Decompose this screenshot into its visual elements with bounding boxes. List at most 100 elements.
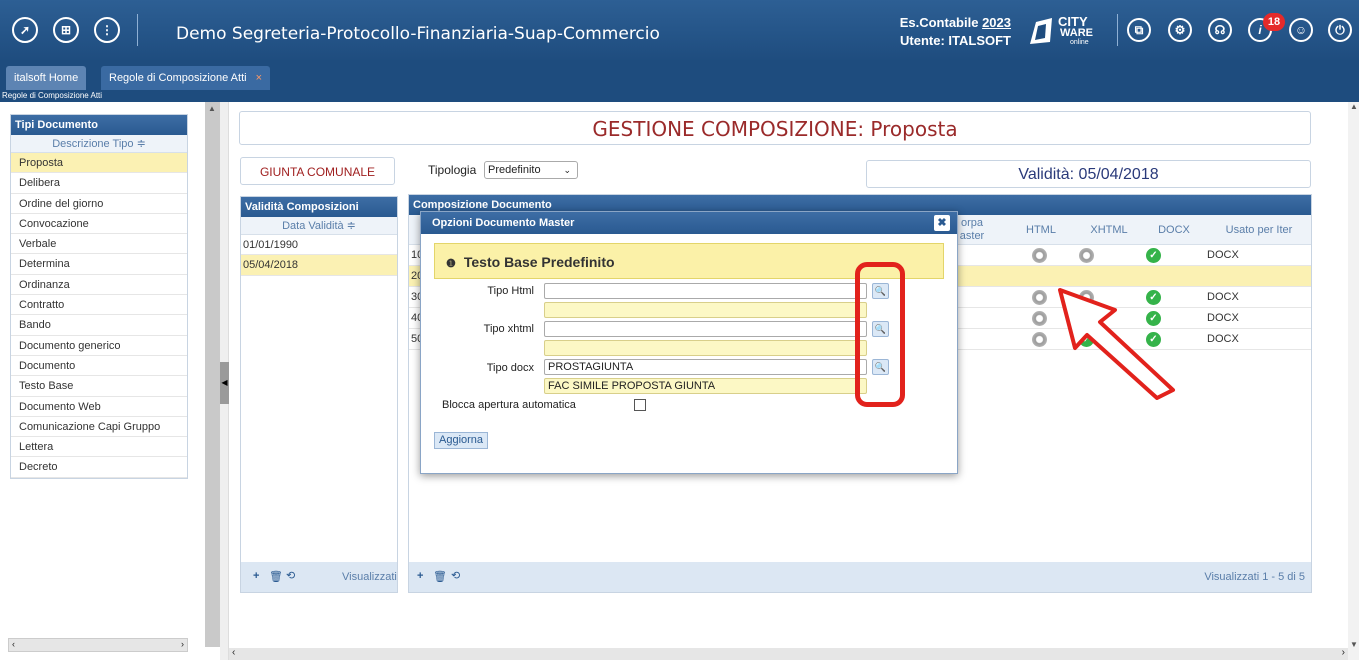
left-horizontal-scrollbar[interactable]: ‹ › — [8, 638, 188, 652]
scroll-up-icon[interactable]: ▲ — [208, 104, 216, 113]
top-bar: ➚ ⊞ ⋮ Demo Segreteria-Protocollo-Finanzi… — [0, 0, 1359, 62]
tipologia-select[interactable]: Predefinito ⌄ — [484, 161, 578, 179]
column-header-html[interactable]: HTML — [1011, 215, 1071, 245]
close-tab-icon[interactable]: × — [256, 72, 262, 84]
sidebar-item[interactable]: Ordine del giorno — [11, 194, 187, 214]
tipo-docx-label: Tipo docx — [486, 362, 534, 374]
dialog-title: Opzioni Documento Master — [421, 212, 957, 234]
sidebar-item[interactable]: Determina — [11, 254, 187, 275]
tab-regole-composizione[interactable]: Regole di Composizione Atti × — [101, 66, 271, 90]
sidebar-item[interactable]: Documento Web — [11, 397, 187, 417]
column-header-data-validita[interactable]: Data Validità ≑ — [241, 217, 397, 235]
column-header-xhtml[interactable]: XHTML — [1079, 215, 1139, 245]
tipi-documento-panel: Tipi Documento Descrizione Tipo ≑ Propos… — [10, 114, 188, 479]
blocca-label: Blocca apertura automatica — [442, 399, 576, 411]
tipologia-label: Tipologia — [428, 163, 477, 177]
right-scrollbar[interactable]: ▲ ▼ — [1348, 102, 1359, 660]
column-header-master: orpa aster — [959, 217, 985, 242]
panel-title: Tipi Documento — [11, 115, 187, 135]
left-pane: Tipi Documento Descrizione Tipo ≑ Propos… — [0, 102, 205, 660]
red-highlight-annotation — [855, 262, 905, 407]
panel-footer: + 🗑 ⟲ Visualizzati — [241, 562, 397, 592]
divider — [137, 14, 138, 46]
column-header-usato[interactable]: Usato per Iter — [1209, 215, 1309, 245]
sidebar-item[interactable]: Delibera — [11, 173, 187, 194]
list-item[interactable]: 01/01/1990 — [241, 235, 397, 256]
sidebar-item[interactable]: Comunicazione Capi Gruppo — [11, 417, 187, 438]
windows-icon[interactable]: ⧉ — [1127, 18, 1151, 42]
sidebar-item[interactable]: Verbale — [11, 234, 187, 255]
close-icon[interactable]: ✖ — [934, 215, 950, 231]
collapse-left-button[interactable]: ◀ — [220, 362, 229, 404]
sidebar-item[interactable]: Contratto — [11, 295, 187, 316]
chevron-down-icon: ⌄ — [563, 165, 571, 175]
apps-grid-icon[interactable]: ⊞ — [53, 17, 79, 43]
panel-title: Validità Composizioni — [241, 197, 397, 217]
tipo-docx-input[interactable]: PROSTAGIUNTA — [544, 359, 867, 375]
usato-value: DOCX — [1207, 249, 1239, 261]
app-title: Demo Segreteria-Protocollo-Finanziaria-S… — [176, 24, 660, 44]
headset-icon[interactable]: ☊ — [1208, 18, 1232, 42]
rocket-icon[interactable]: ➚ — [12, 17, 38, 43]
sidebar-item[interactable]: Documento generico — [11, 336, 187, 356]
page-title: GESTIONE COMPOSIZIONE: Proposta — [239, 111, 1311, 145]
refresh-icon[interactable]: ⟲ — [451, 569, 460, 582]
tipo-html-input[interactable] — [544, 283, 867, 299]
divider — [1117, 14, 1118, 46]
scroll-left-icon[interactable]: ‹ — [12, 639, 15, 649]
scroll-down-icon[interactable]: ▼ — [1350, 640, 1358, 649]
user-icon[interactable]: ☺ — [1289, 18, 1313, 42]
cityware-logo: CITY WARE online — [1026, 15, 1114, 48]
column-header-descrizione[interactable]: Descrizione Tipo ≑ — [11, 135, 187, 153]
sidebar-item[interactable]: Decreto — [11, 457, 187, 478]
add-icon[interactable]: + — [417, 570, 423, 582]
column-header-docx[interactable]: DOCX — [1144, 215, 1204, 245]
red-arrow-annotation — [1058, 288, 1175, 400]
footer-status: Visualizzati — [342, 571, 397, 583]
list-item[interactable]: 05/04/2018 — [241, 255, 397, 276]
tipo-xhtml-description — [544, 340, 867, 356]
validita-panel: Validità Composizioni Data Validità ≑ 01… — [240, 196, 398, 593]
usato-value: DOCX — [1207, 312, 1239, 324]
blocca-checkbox[interactable] — [634, 399, 646, 411]
tipo-xhtml-input[interactable] — [544, 321, 867, 337]
giunta-button[interactable]: GIUNTA COMUNALE — [240, 157, 395, 185]
check-icon[interactable]: ✓ — [1146, 248, 1161, 263]
sidebar-item[interactable]: Proposta — [11, 153, 187, 174]
sidebar-item[interactable]: Bando — [11, 315, 187, 336]
usato-value: DOCX — [1207, 291, 1239, 303]
es-contabile-year[interactable]: 2023 — [982, 15, 1011, 30]
refresh-icon[interactable]: ⟲ — [286, 569, 295, 582]
sidebar-item[interactable]: Ordinanza — [11, 275, 187, 296]
sidebar-list: Proposta Delibera Ordine del giorno Convoca… — [11, 153, 187, 478]
sidebar-item[interactable]: Lettera — [11, 437, 187, 458]
left-scrollbar[interactable]: ▲ — [205, 102, 220, 647]
scroll-right-icon[interactable]: › — [1342, 647, 1345, 658]
fiscal-year-info: Es.Contabile 2023 Utente: ITALSOFT — [876, 14, 1011, 50]
tab-italsoft-home[interactable]: italsoft Home — [6, 66, 87, 90]
es-contabile-label: Es.Contabile — [899, 15, 983, 30]
breadcrumb: Regole di Composizione Atti — [0, 90, 1359, 102]
tipo-docx-description: FAC SIMILE PROPOSTA GIUNTA — [544, 378, 867, 394]
utente-label: Utente: ITALSOFT — [900, 33, 1011, 48]
trash-icon[interactable]: 🗑 — [433, 570, 447, 583]
notification-badge: 18 — [1263, 13, 1285, 31]
disabled-status-icon[interactable] — [1032, 248, 1047, 263]
add-icon[interactable]: + — [253, 570, 259, 582]
scroll-up-icon[interactable]: ▲ — [1350, 102, 1358, 111]
sidebar-item[interactable]: Documento — [11, 356, 187, 377]
aggiorna-button[interactable]: Aggiorna — [434, 432, 489, 449]
tipo-xhtml-label: Tipo xhtml — [483, 323, 534, 335]
disabled-status-icon[interactable] — [1079, 248, 1094, 263]
tipo-html-label: Tipo Html — [487, 285, 534, 297]
scroll-right-icon[interactable]: › — [181, 639, 184, 649]
menu-dots-icon[interactable]: ⋮ — [94, 17, 120, 43]
validita-display: Validità: 05/04/2018 — [866, 160, 1311, 188]
sidebar-item[interactable]: Convocazione — [11, 214, 187, 235]
power-icon[interactable]: ⏻ — [1328, 18, 1352, 42]
tools-icon[interactable]: ⚙ — [1168, 18, 1192, 42]
scroll-left-icon[interactable]: ‹ — [232, 647, 235, 658]
trash-icon[interactable]: 🗑 — [269, 570, 283, 583]
bottom-scrollbar[interactable]: ‹ › — [229, 647, 1348, 660]
sidebar-item[interactable]: Testo Base — [11, 376, 187, 397]
